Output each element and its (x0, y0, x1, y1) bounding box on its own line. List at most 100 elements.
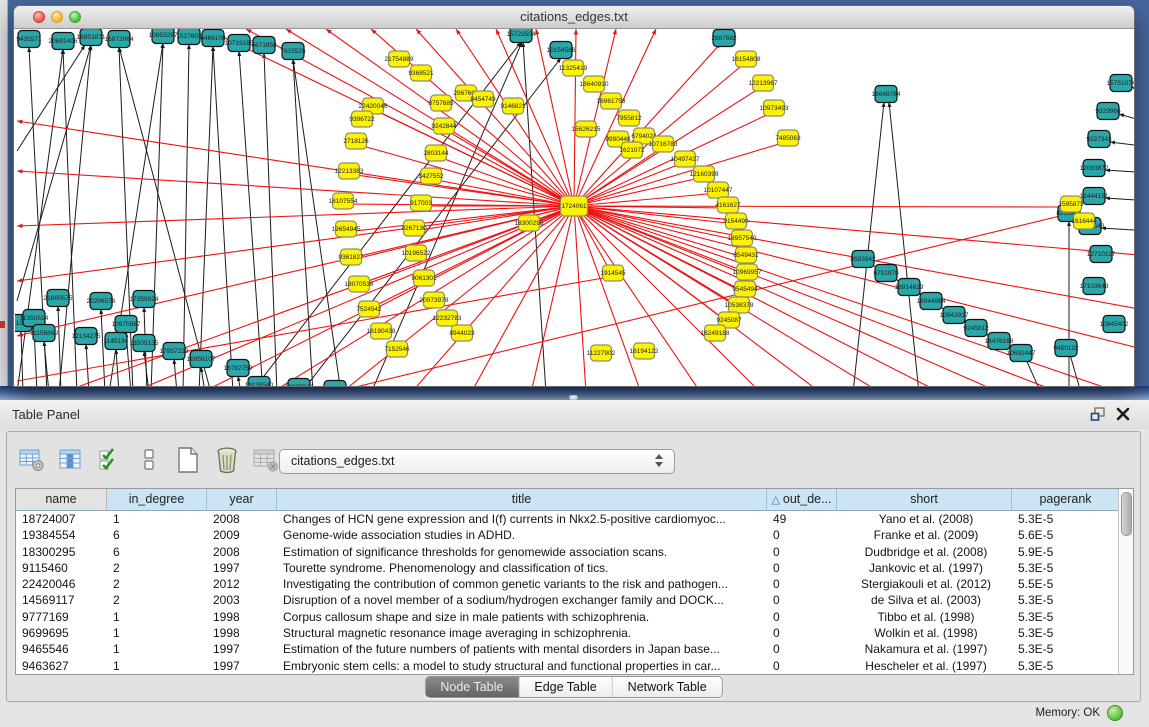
show-columns-icon[interactable] (56, 445, 86, 475)
cell-name: 14569117 (16, 592, 107, 608)
window-titlebar[interactable]: citations_edges.txt (14, 6, 1134, 29)
citation-edge (119, 47, 211, 386)
node-label: 16476168 (985, 338, 1014, 345)
deselect-rows-icon[interactable] (134, 445, 164, 475)
node-label: 10716788 (649, 141, 678, 148)
node-label: 9227343 (1086, 136, 1112, 143)
table-row[interactable]: 977716911998Corpus callosum shape and si… (16, 609, 1133, 625)
table-row[interactable]: 1938455462009Genome-wide association stu… (16, 527, 1133, 543)
table-row[interactable]: 1872400712008Changes of HCN gene express… (16, 511, 1133, 527)
cell-out_de: 0 (767, 527, 837, 543)
float-panel-icon[interactable] (1090, 406, 1107, 422)
column-header-out_de[interactable]: △out_de... (767, 489, 837, 511)
tab-network-table[interactable]: Network Table (612, 677, 722, 697)
cell-year: 2012 (207, 576, 277, 592)
network-canvas[interactable]: 9435571206914061885387116872064106532871… (15, 29, 1134, 386)
node-label: 9450122 (1053, 345, 1079, 352)
create-column-icon[interactable] (173, 445, 203, 475)
cell-year: 2003 (207, 592, 277, 608)
zoom-window-button[interactable] (69, 11, 81, 23)
tab-edge-table[interactable]: Edge Table (518, 677, 611, 697)
table-scrollbar[interactable] (1118, 489, 1133, 674)
table-row[interactable]: 1456911722003Disruption of a novel membe… (16, 592, 1133, 608)
node-label: 10943917 (940, 312, 969, 319)
table-row[interactable]: 1830029562008Estimation of significance … (16, 544, 1133, 560)
cell-title: Genome-wide association studies in ADHD. (277, 527, 767, 543)
citation-edge (1119, 114, 1134, 123)
table-mode-icon[interactable] (17, 445, 47, 475)
node-label: 16249188 (701, 330, 730, 337)
status-bar: Memory: OK (1035, 705, 1123, 721)
cell-pagerank: 5.9E-5 (1012, 544, 1120, 560)
citation-edge (199, 46, 213, 386)
node-label: 9242844 (431, 123, 457, 130)
table-header-row: namein_degreeyeartitle△out_de...shortpag… (16, 489, 1133, 511)
table-row[interactable]: 946554611997Estimation of the future num… (16, 641, 1133, 657)
column-header-pagerank[interactable]: pagerank (1012, 489, 1120, 511)
node-label: 10973493 (760, 105, 789, 112)
close-window-button[interactable] (33, 11, 45, 23)
citation-network-graph[interactable]: 9435571206914061885387116872064106532871… (15, 29, 1134, 386)
node-label: 1145194 (104, 338, 129, 345)
citation-edge (213, 46, 233, 386)
selected-edge (574, 29, 576, 206)
node-label: 1616444 (1071, 218, 1097, 225)
citation-edge (238, 376, 241, 386)
node-label: 11325419 (559, 65, 588, 72)
selected-edge (574, 177, 704, 206)
column-header-title[interactable]: title (277, 489, 767, 511)
table-row[interactable]: 946362711997Embryonic stem cells: a mode… (16, 658, 1133, 674)
node-label: 9146821 (500, 103, 526, 110)
tab-node-table[interactable]: Node Table (425, 677, 518, 697)
scrollbar-thumb[interactable] (1121, 492, 1132, 536)
cell-pagerank: 5.3E-5 (1012, 625, 1120, 641)
node-label: 16044984 (917, 298, 946, 305)
close-panel-icon[interactable] (1116, 406, 1131, 422)
citation-edge (853, 102, 884, 386)
table-source-select[interactable]: citations_edges.txt (279, 449, 675, 474)
column-header-short[interactable]: short (837, 489, 1012, 511)
cell-name: 9777169 (16, 609, 107, 625)
table-row[interactable]: 969969511998Structural magnetic resonanc… (16, 625, 1133, 641)
node-label: 18914629 (895, 284, 924, 291)
cell-out_de: 0 (767, 609, 837, 625)
node-label: 8944023 (449, 330, 475, 337)
table-panel-header: Table Panel (0, 400, 1149, 429)
minimize-window-button[interactable] (51, 11, 63, 23)
node-label: 9245087 (716, 317, 742, 324)
node-label: 9435571 (16, 36, 42, 43)
desktop: citations_edges.txt 94355712069140618853… (0, 0, 1149, 727)
cell-year: 1997 (207, 560, 277, 576)
node-label: 10107447 (704, 187, 733, 194)
column-header-in_degree[interactable]: in_degree (107, 489, 207, 511)
node-label: 10154586 (547, 47, 576, 54)
network-node[interactable] (324, 381, 346, 387)
column-header-year[interactable]: year (207, 489, 277, 511)
node-label: 9329966 (1095, 108, 1121, 115)
node-label: 8454749 (470, 96, 496, 103)
node-label: 10196522 (402, 250, 431, 257)
delete-table-icon[interactable] (251, 445, 281, 475)
selected-edge (444, 129, 574, 206)
selected-edge (574, 206, 747, 275)
node-label: 9267130 (401, 225, 427, 232)
node-label: 1621072 (619, 147, 645, 154)
node-label: 10538378 (725, 302, 754, 309)
node-label: 10719185 (225, 40, 254, 47)
node-label: 16648784 (872, 91, 901, 98)
node-label: 17103648 (1080, 283, 1109, 290)
node-label: 1527602 (176, 33, 202, 40)
node-label: 15626215 (572, 126, 601, 133)
node-label: 16194122 (630, 348, 659, 355)
cell-short: Stergiakouli et al. (2012) (837, 576, 1012, 592)
cell-title: Embryonic stem cells: a model to study s… (277, 658, 767, 674)
node-label: 19654945 (332, 226, 361, 233)
select-all-rows-icon[interactable] (95, 445, 125, 475)
table-row[interactable]: 911546021997Tourette syndrome. Phenomeno… (16, 560, 1133, 576)
node-label: 3427552 (418, 173, 444, 180)
table-row[interactable]: 2242004622012Investigating the contribut… (16, 576, 1133, 592)
memory-ok-icon[interactable] (1107, 705, 1123, 721)
delete-columns-icon[interactable] (212, 445, 242, 475)
column-header-name[interactable]: name (16, 489, 107, 511)
cell-short: Franke et al. (2009) (837, 527, 1012, 543)
